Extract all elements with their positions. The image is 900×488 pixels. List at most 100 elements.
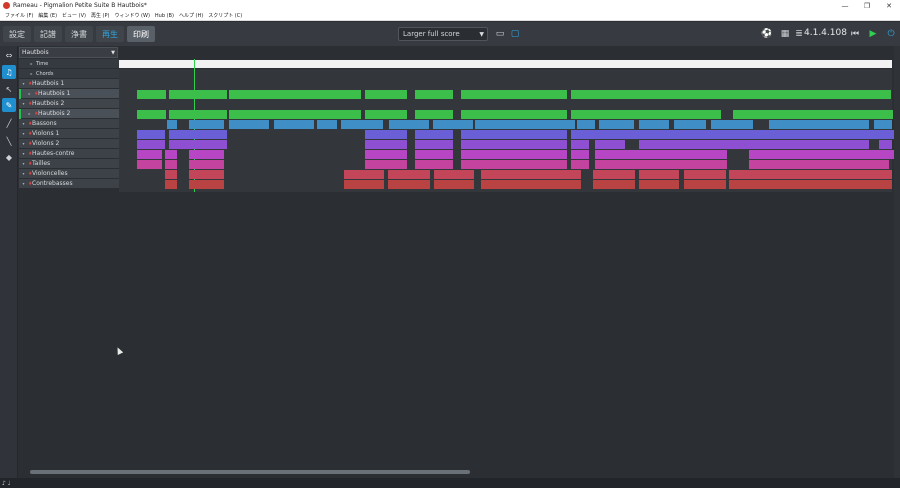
menu-window[interactable]: ウィンドウ (W) [114, 12, 149, 19]
music-region[interactable] [365, 160, 407, 169]
music-region[interactable] [461, 110, 567, 119]
music-region[interactable] [344, 170, 384, 179]
music-region[interactable] [711, 120, 753, 129]
music-region[interactable] [165, 160, 177, 169]
page-view-icon[interactable]: ▢ [508, 27, 522, 41]
rewind-icon[interactable]: ⏮ [848, 27, 862, 41]
music-region[interactable] [461, 140, 567, 149]
music-region[interactable] [749, 150, 900, 159]
track-row[interactable]: ▾ ♦ Hautbois 1 [19, 79, 119, 89]
track-row[interactable]: ▸ ♦ Hautbois 1 [19, 89, 119, 99]
track-row[interactable]: ▸ ♦ Hautbois 2 [19, 109, 119, 119]
restore-icon[interactable]: ❐ [856, 0, 878, 11]
music-region[interactable] [165, 150, 177, 159]
grid-icon[interactable]: ▦ [778, 27, 792, 41]
music-region[interactable] [365, 140, 407, 149]
music-region[interactable] [137, 160, 162, 169]
expand-icon[interactable]: ▸ [25, 111, 34, 116]
music-region[interactable] [571, 160, 589, 169]
music-region[interactable] [639, 170, 679, 179]
music-region[interactable] [189, 160, 224, 169]
track-row[interactable]: ▾ ♦ Violons 1 [19, 129, 119, 139]
expand-icon[interactable]: ▾ [19, 141, 28, 146]
music-region[interactable] [169, 130, 227, 139]
horizontal-scrollbar[interactable] [30, 470, 470, 474]
expand-icon[interactable]: ▸ [27, 71, 36, 76]
music-region[interactable] [639, 120, 669, 129]
music-region[interactable] [749, 160, 889, 169]
right-panel-edge[interactable] [894, 46, 900, 478]
music-region[interactable] [137, 110, 166, 119]
expand-icon[interactable]: ▾ [19, 81, 28, 86]
music-region[interactable] [229, 110, 361, 119]
track-row[interactable]: ▾ ♦ Violons 2 [19, 139, 119, 149]
menu-edit[interactable]: 編集 (E) [38, 12, 57, 19]
tab-write[interactable]: 記譜 [34, 26, 62, 42]
track-row[interactable]: ▾ ♦ Hautbois 2 [19, 99, 119, 109]
music-region[interactable] [415, 150, 453, 159]
tab-setup[interactable]: 設定 [3, 26, 31, 42]
music-region[interactable] [137, 140, 165, 149]
music-region[interactable] [365, 110, 407, 119]
select-icon[interactable]: ↖ [2, 82, 16, 96]
expand-icon[interactable]: ▾ [19, 121, 28, 126]
music-region[interactable] [137, 130, 165, 139]
power-icon[interactable]: ⏻ [884, 27, 898, 41]
zoom-fit-icon[interactable]: ⇔ [2, 48, 16, 62]
music-region[interactable] [189, 120, 224, 129]
expand-icon[interactable]: ▾ [19, 181, 28, 186]
tab-print[interactable]: 印刷 [127, 26, 155, 42]
music-region[interactable] [461, 160, 567, 169]
music-region[interactable] [475, 120, 575, 129]
music-region[interactable] [784, 180, 892, 189]
music-region[interactable] [137, 90, 166, 99]
music-region[interactable] [169, 90, 227, 99]
expand-icon[interactable]: ▾ [19, 131, 28, 136]
music-region[interactable] [388, 170, 430, 179]
music-region[interactable] [169, 140, 227, 149]
music-region[interactable] [571, 110, 721, 119]
music-region[interactable] [461, 130, 567, 139]
music-region[interactable] [389, 120, 429, 129]
expand-icon[interactable]: ▾ [19, 151, 28, 156]
music-region[interactable] [388, 180, 430, 189]
menu-hub[interactable]: Hub (B) [155, 13, 174, 19]
music-region[interactable] [571, 150, 589, 159]
expand-icon[interactable]: ▾ [19, 101, 28, 106]
track-row[interactable]: ▾ ♦ Violoncelles [19, 169, 119, 179]
expand-icon[interactable]: ▸ [25, 91, 34, 96]
track-row[interactable]: ▾ ♦ Hautes-contre [19, 149, 119, 159]
music-region[interactable] [365, 150, 407, 159]
expand-icon[interactable]: ▸ [27, 61, 36, 66]
menu-help[interactable]: ヘルプ (H) [179, 12, 203, 19]
tab-play[interactable]: 再生 [96, 26, 124, 42]
music-region[interactable] [415, 140, 453, 149]
music-region[interactable] [595, 140, 625, 149]
music-region[interactable] [571, 130, 896, 139]
galley-view-icon[interactable]: ▭ [493, 27, 507, 41]
music-region[interactable] [165, 170, 177, 179]
music-region[interactable] [639, 140, 869, 149]
music-region[interactable] [341, 120, 383, 129]
tab-engrave[interactable]: 浄書 [65, 26, 93, 42]
music-region[interactable] [229, 90, 361, 99]
track-row[interactable]: ▸ Chords [19, 69, 119, 79]
minimize-icon[interactable]: — [834, 0, 856, 11]
music-region[interactable] [169, 110, 227, 119]
music-region[interactable] [344, 180, 384, 189]
music-region[interactable] [434, 170, 474, 179]
music-region[interactable] [137, 150, 162, 159]
music-region[interactable] [415, 110, 453, 119]
layout-select[interactable]: Larger full score ▼ [398, 27, 488, 41]
note-input-icon[interactable]: ♫ [2, 65, 16, 79]
music-region[interactable] [879, 140, 892, 149]
music-region[interactable] [577, 120, 595, 129]
music-region[interactable] [617, 160, 727, 169]
music-region[interactable] [733, 110, 893, 119]
music-region[interactable] [461, 150, 567, 159]
music-region[interactable] [274, 120, 314, 129]
music-region[interactable] [617, 150, 727, 159]
music-region[interactable] [684, 180, 726, 189]
menu-view[interactable]: ビュー (V) [62, 12, 86, 19]
menu-script[interactable]: スクリプト (C) [208, 12, 242, 19]
